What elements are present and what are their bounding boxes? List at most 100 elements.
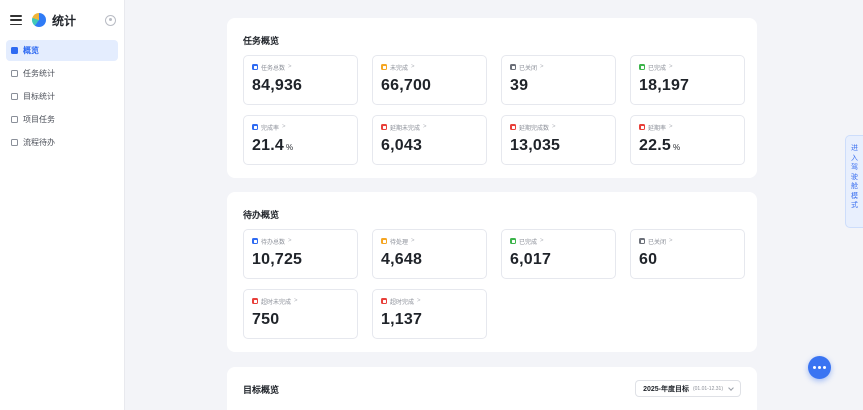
sidebar-item-label: 概览 xyxy=(23,46,39,55)
sidebar-header: 统计 xyxy=(0,0,124,40)
task-card-grid: 任务总数 >84,936 未完成 >66,700 已关闭 >39 已完成 >18,197 完成率… xyxy=(243,55,745,165)
stat-card-header: 延期未完成 > xyxy=(381,123,478,132)
dropdown-range: (01.01-12.31) xyxy=(692,385,723,392)
stat-value-row: 21.4% xyxy=(252,137,349,155)
stat-value-row: 10,725 xyxy=(252,251,349,269)
chevron-right-icon: > xyxy=(282,124,286,130)
stat-value: 750 xyxy=(252,311,280,328)
stat-card[interactable]: 已完成 > 6,017 xyxy=(501,229,616,279)
stat-label: 完成率 xyxy=(261,125,280,132)
chevron-right-icon: > xyxy=(411,238,415,244)
stat-value: 13,035 xyxy=(510,137,561,154)
sidebar-item-goal-stats[interactable]: 目标统计 xyxy=(6,86,118,107)
stat-label: 已关闭 xyxy=(519,65,538,72)
app-title: 统计 xyxy=(52,13,77,28)
panel-title: 待办概览 xyxy=(243,210,280,220)
goal-stats-icon xyxy=(11,93,18,100)
stat-value-row: 39 xyxy=(510,77,607,95)
stat-value: 18,197 xyxy=(639,77,690,94)
stat-card[interactable]: 任务总数 > 84,936 xyxy=(243,55,358,105)
stat-square-icon xyxy=(639,238,645,244)
stat-label: 延期率 xyxy=(648,125,667,132)
stat-value: 84,936 xyxy=(252,77,303,94)
sidebar-item-overview[interactable]: 概览 xyxy=(6,40,118,61)
stat-unit: % xyxy=(672,143,681,152)
stat-square-icon xyxy=(252,124,258,130)
stat-value-row: 84,936 xyxy=(252,77,349,95)
stat-square-icon xyxy=(510,238,516,244)
stat-card-header: 延期完成数 > xyxy=(510,123,607,132)
stat-square-icon xyxy=(381,64,387,70)
chevron-right-icon: > xyxy=(288,64,292,70)
cockpit-mode-tab[interactable]: 进入驾驶舱模式 xyxy=(845,135,863,228)
stat-card-header: 已关闭 > xyxy=(510,63,607,72)
process-todo-icon xyxy=(11,139,18,146)
app-logo-icon xyxy=(32,13,46,27)
sidebar-item-task-stats[interactable]: 任务统计 xyxy=(6,63,118,84)
panel-title: 任务概览 xyxy=(243,36,280,46)
stat-card[interactable]: 延期率 >22.5% xyxy=(630,115,745,165)
stat-label: 已完成 xyxy=(519,239,538,246)
project-tasks-icon xyxy=(11,116,18,123)
stat-card[interactable]: 延期完成数 > 13,035 xyxy=(501,115,616,165)
more-dots-icon[interactable] xyxy=(808,356,831,379)
stat-card[interactable]: 已完成 >18,197 xyxy=(630,55,745,105)
chevron-right-icon: > xyxy=(417,298,421,304)
stat-square-icon xyxy=(639,64,645,70)
stat-card-header: 已关闭 > xyxy=(639,237,736,246)
stat-label: 超时完成 xyxy=(390,299,415,306)
sidebar: 统计 概览 任务统计 目标统计 项目任务 流程待办 xyxy=(0,0,125,410)
stat-card-header: 超时完成 > xyxy=(381,297,478,306)
stat-label: 待办总数 xyxy=(261,239,286,246)
stat-card-header: 未完成 > xyxy=(381,63,478,72)
stat-card-header: 已完成 > xyxy=(510,237,607,246)
chevron-right-icon: > xyxy=(423,124,427,130)
stat-value: 6,043 xyxy=(381,137,423,154)
chevron-down-icon xyxy=(728,384,734,391)
stat-value: 10,725 xyxy=(252,251,303,268)
chevron-right-icon: > xyxy=(288,238,292,244)
stat-card-header: 任务总数 > xyxy=(252,63,349,72)
stat-unit: % xyxy=(285,143,294,152)
sidebar-item-label: 任务统计 xyxy=(23,69,55,78)
menu-icon[interactable] xyxy=(10,15,22,25)
stat-value: 22.5 xyxy=(639,137,671,154)
stat-card-header: 待处理 > xyxy=(381,237,478,246)
stat-card[interactable]: 超时完成 >1,137 xyxy=(372,289,487,339)
stat-square-icon xyxy=(252,238,258,244)
stat-card[interactable]: 待处理 > 4,648 xyxy=(372,229,487,279)
stat-card[interactable]: 超时未完成 >750 xyxy=(243,289,358,339)
stat-value-row: 13,035 xyxy=(510,137,607,155)
stat-value: 21.4 xyxy=(252,137,284,154)
stat-value-row: 6,017 xyxy=(510,251,607,269)
stat-square-icon xyxy=(381,298,387,304)
goal-overview-panel: 目标概览 2025-年度目标 (01.01-12.31) xyxy=(227,367,757,410)
stat-square-icon xyxy=(510,124,516,130)
stat-card[interactable]: 未完成 >66,700 xyxy=(372,55,487,105)
stat-card[interactable]: 延期未完成 > 6,043 xyxy=(372,115,487,165)
sidebar-item-process-todo[interactable]: 流程待办 xyxy=(6,132,118,153)
chevron-right-icon: > xyxy=(669,124,673,130)
sidebar-item-project-tasks[interactable]: 项目任务 xyxy=(6,109,118,130)
gear-icon[interactable] xyxy=(105,14,116,26)
stat-card-header: 已完成 > xyxy=(639,63,736,72)
stat-value-row: 66,700 xyxy=(381,77,478,95)
stat-value: 4,648 xyxy=(381,251,423,268)
stat-card-header: 待办总数 > xyxy=(252,237,349,246)
stat-card[interactable]: 待办总数 >10,725 xyxy=(243,229,358,279)
stat-value-row: 60 xyxy=(639,251,736,269)
stat-value: 39 xyxy=(510,77,529,94)
chevron-right-icon: > xyxy=(411,64,415,70)
goal-period-dropdown[interactable]: 2025-年度目标 (01.01-12.31) xyxy=(635,380,741,397)
stat-label: 未完成 xyxy=(390,65,409,72)
stat-value: 66,700 xyxy=(381,77,432,94)
stat-card[interactable]: 完成率 >21.4% xyxy=(243,115,358,165)
task-overview-panel: 任务概览 任务总数 >84,936 未完成 >66,700 已关闭 >39 已完成 >18,1… xyxy=(227,18,757,178)
stat-value-row: 22.5% xyxy=(639,137,736,155)
stat-value: 60 xyxy=(639,251,658,268)
stat-value-row: 6,043 xyxy=(381,137,478,155)
stat-card[interactable]: 已关闭 > 60 xyxy=(630,229,745,279)
stat-label: 已完成 xyxy=(648,65,667,72)
stat-card[interactable]: 已关闭 > 39 xyxy=(501,55,616,105)
chevron-right-icon: > xyxy=(669,64,673,70)
